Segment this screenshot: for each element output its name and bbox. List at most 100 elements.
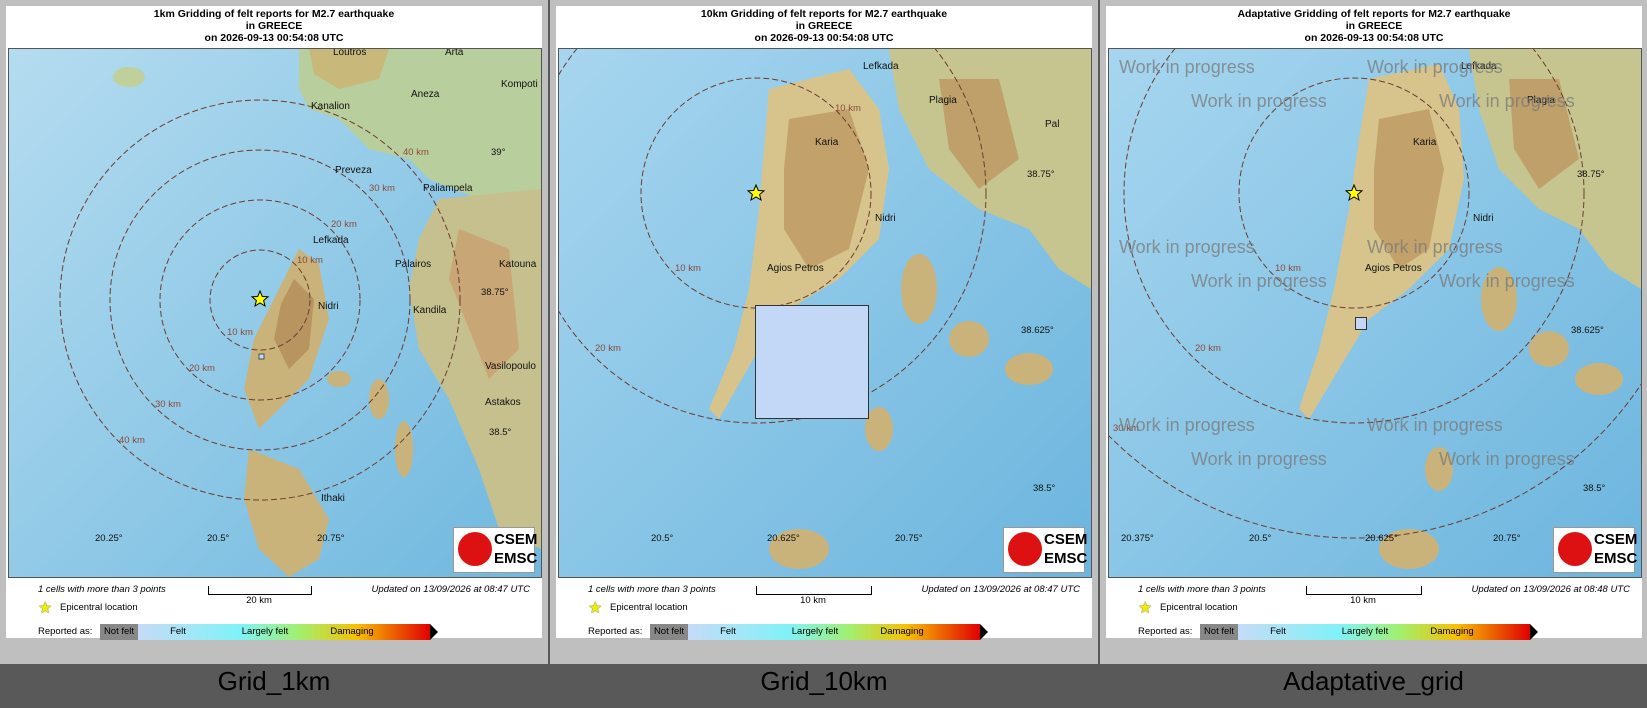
lon-tick: 20.75°: [317, 533, 345, 544]
title-line-2: in GREECE: [245, 20, 303, 32]
map-area[interactable]: Loutros Arta Kompoti Kanalion Aneza Prev…: [8, 48, 542, 578]
level-not-felt: Not felt: [103, 626, 135, 637]
level-damaging: Damaging: [330, 626, 374, 637]
city-label: Ithaki: [321, 493, 345, 504]
map-background: [1109, 49, 1641, 577]
grid-cell[interactable]: [1355, 317, 1367, 330]
epicentral-label: Epicentral location: [610, 602, 688, 613]
globe-icon: [1008, 532, 1042, 566]
map-card: Adaptative Gridding of felt reports for …: [1106, 6, 1642, 640]
panel-grid-1km: 1km Gridding of felt reports for M2.7 ea…: [0, 0, 548, 696]
cells-count: 1 cells with more than 3 points: [1138, 584, 1266, 595]
city-label: Paliampela: [423, 183, 473, 194]
radius-label: 40 km: [403, 147, 429, 158]
city-label: Nidri: [318, 301, 339, 312]
level-largely-felt: Largely felt: [241, 626, 289, 637]
city-label: Kandila: [413, 305, 447, 316]
scale-bar: [1306, 586, 1422, 595]
updated-time: Updated on 13/09/2026 at 08:48 UTC: [1471, 584, 1630, 595]
star-icon: ★: [588, 600, 603, 617]
lat-tick: 38.75°: [1027, 169, 1055, 180]
panel-caption: Adaptative_grid: [1283, 666, 1464, 696]
globe-icon: [458, 532, 492, 566]
city-label: Astakos: [485, 397, 521, 408]
city-label: Kompoti: [501, 79, 538, 90]
city-label: Agios Petros: [767, 263, 824, 274]
radius-label: 10 km: [835, 103, 861, 114]
level-damaging: Damaging: [880, 626, 924, 637]
city-label: Vasilopoulo: [485, 361, 536, 372]
city-label: Karia: [1413, 137, 1437, 148]
map-card: 10km Gridding of felt reports for M2.7 e…: [556, 6, 1092, 640]
city-label: Lefkada: [313, 235, 349, 246]
city-label: Karia: [815, 137, 839, 148]
lat-tick: 38.75°: [1577, 169, 1605, 180]
title-line-1: Adaptative Gridding of felt reports for …: [1237, 8, 1511, 20]
lon-tick: 20.25°: [95, 533, 123, 544]
logo-text: CSEM: [494, 531, 538, 548]
city-label: Palairos: [395, 259, 432, 270]
radius-label: 10 km: [675, 263, 701, 274]
reported-as-label: Reported as:: [38, 626, 93, 637]
lon-tick: 20.625°: [1365, 533, 1398, 544]
watermark-text: Work in progress: [1439, 271, 1575, 291]
city-label: Preveza: [335, 165, 372, 176]
title-line-3: on 2026-09-13 00:54:08 UTC: [204, 32, 344, 44]
radius-label: 10 km: [227, 327, 253, 338]
watermark-text: Work in progress: [1119, 237, 1255, 257]
lat-tick: 38.625°: [1571, 325, 1604, 336]
map-area[interactable]: Lefkada Plagia Pal Karia Nidri Agios Pet…: [558, 48, 1092, 578]
lon-tick: 20.75°: [895, 533, 923, 544]
watermark-text: Work in progress: [1367, 57, 1503, 77]
map-background: [9, 49, 541, 577]
cells-count: 1 cells with more than 3 points: [38, 584, 166, 595]
lon-tick: 20.625°: [767, 533, 800, 544]
csem-emsc-logo: CSEM EMSC: [1003, 527, 1088, 573]
watermark-text: Work in progress: [1367, 415, 1503, 435]
map-title: 1km Gridding of felt reports for M2.7 ea…: [6, 8, 542, 44]
radius-label: 40 km: [119, 435, 145, 446]
scale-label: 10 km: [800, 595, 826, 606]
radius-label: 20 km: [595, 343, 621, 354]
level-largely-felt: Largely felt: [1341, 626, 1389, 637]
lat-tick: 38.625°: [1021, 325, 1054, 336]
watermark-text: Work in progress: [1367, 237, 1503, 257]
radius-label: 30 km: [155, 399, 181, 410]
watermark-text: Work in progress: [1191, 91, 1327, 111]
panel-caption: Grid_10km: [760, 666, 888, 696]
watermark-text: Work in progress: [1439, 449, 1575, 469]
watermark-text: Work in progress: [1119, 57, 1255, 77]
city-label: Agios Petros: [1365, 263, 1422, 274]
radius-label: 20 km: [189, 363, 215, 374]
map-area[interactable]: Lefkada Plagia Karia Nidri Agios Petros …: [1108, 48, 1642, 578]
level-largely-felt: Largely felt: [791, 626, 839, 637]
epicentral-label: Epicentral location: [1160, 602, 1238, 613]
logo-text: EMSC: [1594, 550, 1638, 567]
level-felt: Felt: [720, 626, 736, 637]
level-felt: Felt: [170, 626, 186, 637]
level-felt: Felt: [1270, 626, 1286, 637]
epicenter-star-icon: [747, 184, 765, 202]
lat-tick: 38.75°: [481, 287, 509, 298]
logo-text: CSEM: [1594, 531, 1638, 548]
grid-cell[interactable]: [755, 305, 869, 419]
star-icon: ★: [1138, 600, 1153, 617]
title-line-3: on 2026-09-13 00:54:08 UTC: [754, 32, 894, 44]
lon-tick: 20.5°: [1249, 533, 1272, 544]
level-not-felt: Not felt: [1203, 626, 1235, 637]
lon-tick: 20.5°: [651, 533, 674, 544]
radius-label: 30 km: [369, 183, 395, 194]
cells-count: 1 cells with more than 3 points: [588, 584, 716, 595]
logo-text: EMSC: [1044, 550, 1088, 567]
logo-text: EMSC: [494, 550, 538, 567]
lat-tick: 38.5°: [1033, 483, 1056, 494]
city-label: Kanalion: [311, 101, 350, 112]
intensity-scale: Not felt Felt Largely felt Damaging: [650, 624, 990, 640]
updated-time: Updated on 13/09/2026 at 08:47 UTC: [371, 584, 530, 595]
star-icon: ★: [38, 600, 53, 617]
epicenter-star-icon: [1345, 184, 1363, 202]
logo-text: CSEM: [1044, 531, 1088, 548]
city-label: Plagia: [929, 95, 957, 106]
watermark-text: Work in progress: [1119, 415, 1255, 435]
city-label: Arta: [445, 48, 464, 58]
